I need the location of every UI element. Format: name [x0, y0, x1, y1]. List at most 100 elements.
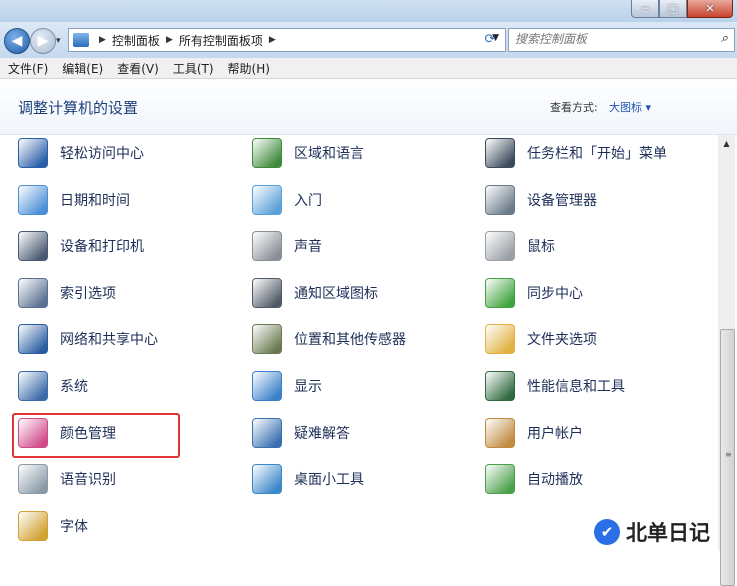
control-panel-item[interactable]: 位置和其他传感器: [252, 321, 472, 357]
item-label: 鼠标: [527, 239, 555, 256]
control-panel-item[interactable]: 区域和语言: [252, 135, 472, 171]
back-button[interactable]: ◀: [4, 28, 30, 54]
menu-edit[interactable]: 编辑(E): [56, 60, 109, 77]
item-label: 桌面小工具: [294, 472, 364, 489]
microphone-icon: [18, 464, 48, 495]
item-label: 轻松访问中心: [60, 146, 144, 162]
control-panel-item[interactable]: 网络和共享中心: [18, 321, 238, 357]
breadcrumb-all-items[interactable]: 所有控制面板项: [179, 32, 263, 49]
control-panel-item[interactable]: 同步中心: [485, 275, 705, 311]
menu-bar: 文件(F) 编辑(E) 查看(V) 工具(T) 帮助(H): [0, 58, 737, 79]
minimize-button[interactable]: ─: [631, 0, 659, 18]
control-panel-item[interactable]: 鼠标: [485, 228, 705, 264]
gadgets-icon: [252, 464, 282, 495]
sync-icon: [485, 277, 515, 308]
chevron-right-icon[interactable]: ▶: [166, 35, 173, 45]
getting-started-icon: [252, 184, 282, 215]
item-label: 网络和共享中心: [60, 332, 158, 349]
chevron-right-icon[interactable]: ▶: [99, 35, 106, 45]
item-label: 用户帐户: [527, 425, 583, 442]
watermark-text: 北单日记: [626, 521, 710, 545]
control-panel-item[interactable]: 日期和时间: [18, 182, 238, 218]
control-panel-item[interactable]: 轻松访问中心: [18, 135, 238, 171]
window-controls: ─ □ ✕: [631, 0, 733, 18]
menu-help[interactable]: 帮助(H): [222, 60, 276, 77]
control-panel-item[interactable]: 任务栏和「开始」菜单: [485, 135, 705, 171]
menu-view[interactable]: 查看(V): [111, 60, 165, 77]
menu-tools[interactable]: 工具(T): [167, 60, 220, 77]
control-panel-item[interactable]: 用户帐户: [485, 415, 705, 451]
search-box[interactable]: ⌕: [508, 28, 735, 52]
scroll-up-arrow-icon[interactable]: ▲: [718, 135, 735, 151]
device-manager-icon: [485, 184, 515, 215]
control-panel-item[interactable]: 字体: [18, 508, 238, 544]
watermark-logo: ✔: [594, 519, 620, 545]
control-panel-item[interactable]: 文件夹选项: [485, 321, 705, 357]
item-label: 声音: [294, 239, 322, 256]
fonts-icon: [18, 510, 48, 541]
refresh-icon[interactable]: ⟳: [480, 29, 500, 49]
control-panel-item[interactable]: 设备管理器: [485, 182, 705, 218]
item-label: 字体: [60, 518, 88, 535]
close-button[interactable]: ✕: [687, 0, 733, 18]
control-panel-icon: [73, 33, 89, 47]
notification-area-icon: [252, 277, 282, 308]
control-panel-item[interactable]: 设备和打印机: [18, 228, 238, 264]
item-label: 入门: [294, 192, 322, 209]
system-icon: [18, 371, 48, 401]
control-panel-item[interactable]: 语音识别: [18, 461, 238, 497]
item-label: 设备管理器: [527, 192, 597, 209]
item-label: 设备和打印机: [60, 239, 144, 256]
item-label: 自动播放: [527, 472, 583, 489]
watermark: ✔ 北单日记: [594, 517, 710, 547]
search-icon[interactable]: ⌕: [721, 31, 728, 46]
title-bar: ─ □ ✕: [0, 0, 737, 22]
globe-clock-icon: [252, 138, 282, 168]
scroll-thumb[interactable]: ≡: [720, 329, 735, 586]
item-label: 语音识别: [60, 472, 116, 489]
item-label: 任务栏和「开始」菜单: [527, 146, 667, 162]
view-by-label: 查看方式:: [550, 101, 598, 114]
forward-button[interactable]: ▶: [30, 28, 56, 54]
calendar-clock-icon: [18, 184, 48, 215]
view-by-dropdown[interactable]: 大图标 ▾: [609, 99, 651, 115]
navigation-bar: ◀ ▶ ▾ ▶ 控制面板 ▶ 所有控制面板项 ▶ ▼ ⟳ ⌕: [0, 22, 737, 58]
search-input[interactable]: [509, 29, 705, 49]
control-panel-item[interactable]: 性能信息和工具: [485, 368, 705, 404]
autoplay-icon: [485, 464, 515, 495]
ease-of-access-icon: [18, 138, 48, 168]
chevron-right-icon[interactable]: ▶: [269, 35, 276, 45]
control-panel-item[interactable]: 系统: [18, 368, 238, 404]
mouse-icon: [485, 231, 515, 262]
maximize-button[interactable]: □: [659, 0, 687, 18]
item-label: 区域和语言: [294, 146, 364, 162]
breadcrumb-control-panel[interactable]: 控制面板: [112, 32, 160, 49]
control-panel-item[interactable]: 自动播放: [485, 461, 705, 497]
item-label: 显示: [294, 379, 322, 395]
item-label: 日期和时间: [60, 192, 130, 209]
control-panel-item[interactable]: 索引选项: [18, 275, 238, 311]
control-panel-item[interactable]: 声音: [252, 228, 472, 264]
highlight-box: [12, 413, 180, 458]
taskbar-icon: [485, 138, 515, 168]
display-icon: [252, 371, 282, 401]
speaker-icon: [252, 231, 282, 262]
control-panel-item[interactable]: 入门: [252, 182, 472, 218]
control-panel-item[interactable]: 通知区域图标: [252, 275, 472, 311]
page-title: 调整计算机的设置: [18, 99, 139, 117]
printer-icon: [18, 231, 48, 262]
control-panel-item[interactable]: 疑难解答: [252, 415, 472, 451]
address-bar[interactable]: ▶ 控制面板 ▶ 所有控制面板项 ▶ ▼: [68, 28, 506, 52]
performance-icon: [485, 371, 515, 401]
control-panel-item[interactable]: 显示: [252, 368, 472, 404]
control-panel-content: 调整计算机的设置 查看方式: 大图标 ▾ 轻松访问中心 区域和语言 任务栏和「开始」…: [0, 79, 737, 586]
item-label: 索引选项: [60, 285, 116, 302]
item-label: 疑难解答: [294, 425, 350, 442]
item-label: 文件夹选项: [527, 332, 597, 349]
recent-pages-dropdown-icon[interactable]: ▾: [56, 36, 61, 46]
troubleshooting-icon: [252, 417, 282, 448]
item-label: 系统: [60, 379, 88, 395]
scroll-grip-icon: ≡: [725, 450, 732, 459]
menu-file[interactable]: 文件(F): [2, 60, 54, 77]
control-panel-item[interactable]: 桌面小工具: [252, 461, 472, 497]
